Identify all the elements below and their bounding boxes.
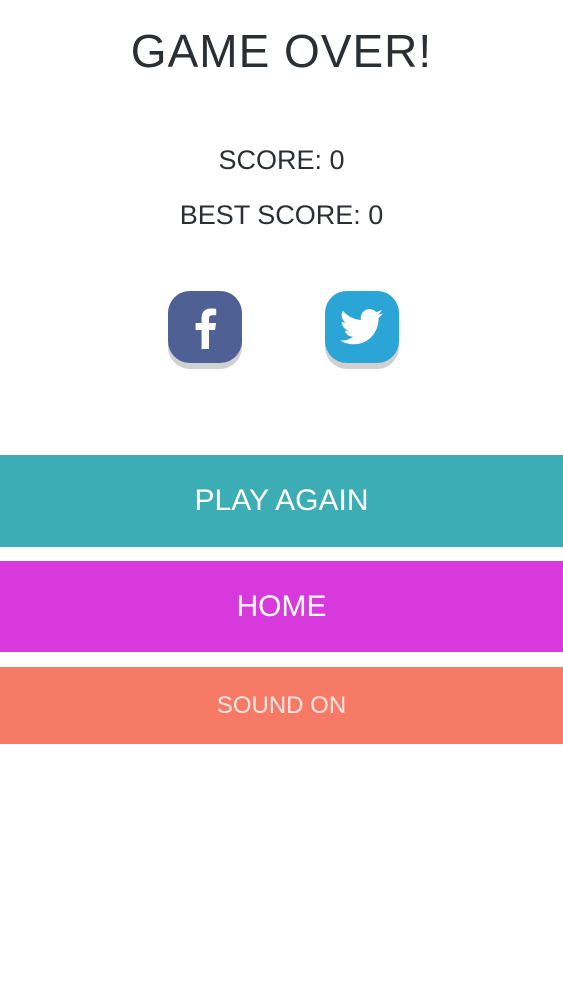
facebook-share-button[interactable] xyxy=(168,291,242,363)
twitter-share-button[interactable] xyxy=(325,291,399,363)
best-score-label: BEST SCORE: 0 xyxy=(179,200,384,230)
twitter-icon xyxy=(340,309,383,345)
game-over-screen: GAME OVER! SCORE: 0 BEST SCORE: 0 PLAY A… xyxy=(0,0,563,1000)
facebook-icon xyxy=(195,308,217,349)
play-again-label: PLAY AGAIN xyxy=(194,484,369,517)
sound-toggle-label: SOUND ON xyxy=(216,691,347,719)
score-label: SCORE: 0 xyxy=(218,145,345,175)
sound-toggle-button[interactable]: SOUND ON xyxy=(0,667,563,744)
home-button[interactable]: HOME xyxy=(0,561,563,652)
home-label: HOME xyxy=(236,589,327,623)
play-again-button[interactable]: PLAY AGAIN xyxy=(0,455,563,547)
game-over-title: GAME OVER! xyxy=(130,25,433,77)
